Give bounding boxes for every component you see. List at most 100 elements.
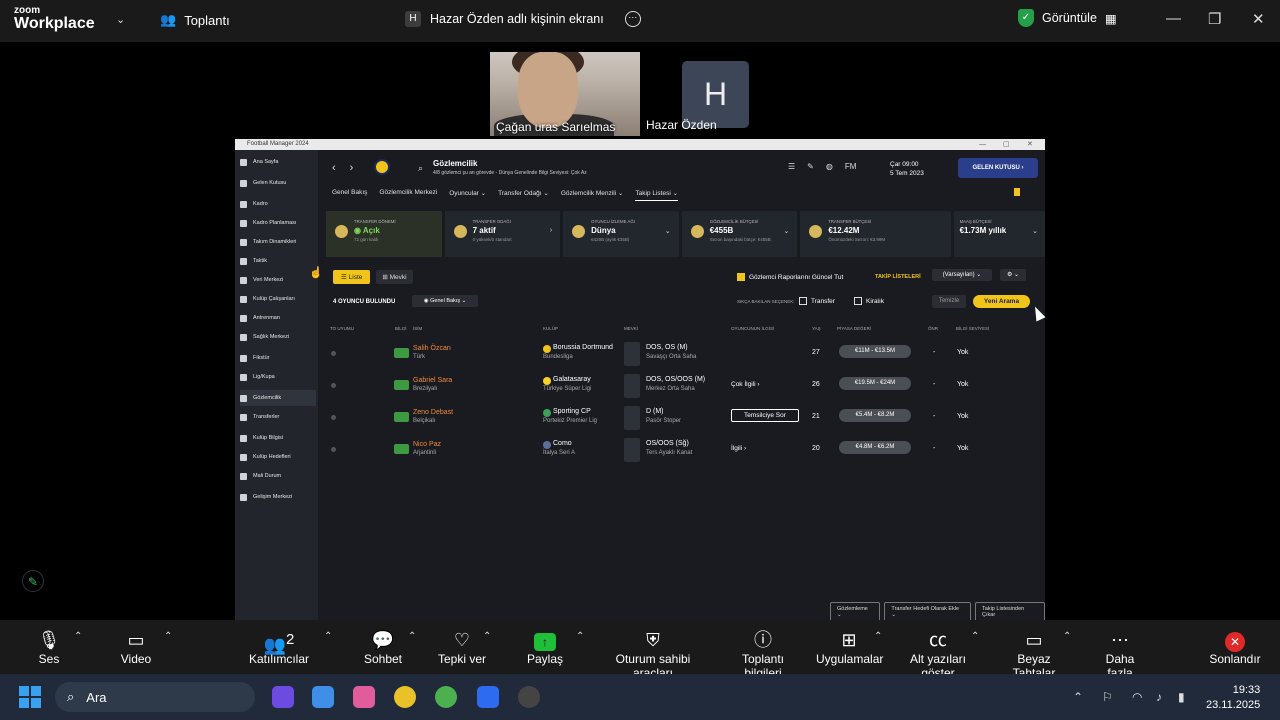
participants-button[interactable]: 👥2 Katılımcılar ⌃ [248, 628, 332, 666]
column-header[interactable]: BİLGİ [395, 326, 407, 331]
chevron-up-icon[interactable]: ⌃ [971, 631, 979, 642]
taskbar-clock[interactable]: 19:33 23.11.2025 [1206, 683, 1260, 713]
share-button[interactable]: ↑ Paylaş ⌃ [526, 628, 584, 666]
chevron-up-icon[interactable]: ⌃ [1063, 631, 1071, 642]
menu-icon[interactable]: ☰ [788, 162, 795, 171]
remove-from-shortlist-button[interactable]: Takip Listesinden Çıkar [975, 602, 1045, 620]
tab-players[interactable]: Oyuncular ⌄ [449, 189, 486, 201]
scouting-button[interactable]: Gözlemleme ⌄ [830, 602, 881, 620]
captions-button[interactable]: ㏄ Alt yazıları göster ⌃ [893, 628, 983, 680]
minimize-icon[interactable]: — [1166, 10, 1181, 27]
view-button[interactable]: ✓ Görüntüle ▦ [1018, 9, 1117, 27]
stat-wage-budget[interactable]: MAAŞ BÜTÇESİ €1.73M yıllık ⌄ [953, 211, 1045, 257]
add-transfer-target-button[interactable]: Transfer Hedefi Olarak Ekle ⌄ [884, 602, 972, 620]
tab-shortlist[interactable]: Takip Listesi ⌄ [635, 189, 679, 201]
fm-minimize-icon[interactable]: — [979, 139, 986, 150]
tab-scouting-range[interactable]: Gözlemcilik Menzili ⌄ [561, 189, 624, 201]
sidebar-item-medical[interactable]: Sağlık Merkezi [240, 329, 316, 345]
participant-video-tile[interactable]: Çağan uras Sarıelmas [490, 52, 640, 136]
chevron-up-icon[interactable]: ⌃ [74, 631, 82, 642]
player-club[interactable]: Borussia Dortmund [553, 344, 613, 351]
table-row[interactable]: Gabriel Sara Brezilyalı Galatasaray Türk… [328, 372, 1028, 402]
player-name[interactable]: Nico Paz [413, 441, 441, 448]
wifi-icon[interactable]: ◠ [1132, 690, 1142, 704]
sidebar-item-dev-centre[interactable]: Gelişim Merkezi [240, 489, 316, 505]
chevron-up-icon[interactable]: ⌃ [408, 631, 416, 642]
sidebar-item-dynamics[interactable]: Takım Dinamikleri [240, 234, 316, 250]
club-logo-icon[interactable] [374, 159, 390, 175]
tab-overview[interactable]: Genel Bakış [332, 189, 367, 201]
sidebar-item-home[interactable]: Ana Sayfa [240, 154, 316, 170]
network-icon[interactable]: ⚐ [1102, 690, 1113, 704]
taskbar-search[interactable]: ⌕ Ara [55, 682, 255, 712]
column-header[interactable]: İSİM [413, 326, 422, 331]
meeting-info-button[interactable]: ⓘ Toplantı bilgileri [722, 628, 804, 680]
player-club[interactable]: Sporting CP [553, 408, 591, 415]
chevron-up-icon[interactable]: ⌃ [874, 631, 882, 642]
sidebar-item-training[interactable]: Antrenman [240, 310, 316, 326]
stat-transfer-budget[interactable]: TRANSFER BÜTÇESİ €12.42M Önümüzdeki Sezon:… [800, 211, 951, 257]
sidebar-item-squad[interactable]: Kadro [240, 196, 316, 212]
inbox-button[interactable]: GELEN KUTUSU › [958, 158, 1038, 178]
chevron-up-icon[interactable]: ⌃ [324, 631, 332, 642]
player-club[interactable]: Como [553, 440, 572, 447]
tab-scouting-centre[interactable]: Gözlemcilik Merkezi [379, 189, 437, 201]
search-icon[interactable]: ⌕ [418, 163, 423, 174]
column-header[interactable]: YAŞ [812, 326, 821, 331]
volume-icon[interactable]: ♪ [1156, 690, 1162, 704]
meeting-button[interactable]: 👥 Toplantı [160, 12, 230, 28]
chrome-profile-icon[interactable] [435, 686, 457, 708]
restore-icon[interactable]: ❐ [1208, 10, 1221, 28]
chevron-down-icon[interactable]: ⌄ [116, 13, 125, 26]
tray-chevron-icon[interactable]: ⌃ [1073, 690, 1083, 704]
steam-icon[interactable] [518, 686, 540, 708]
stat-transfer-window[interactable]: TRANSFER DÖNEMİ ◉ Açık 72 gün kaldı [326, 211, 442, 257]
table-row[interactable]: Nico Paz Arjantinli Como İtalya Seri A O… [328, 436, 1028, 466]
checkbox-checked[interactable] [737, 273, 745, 281]
app-icon-m365[interactable] [353, 686, 375, 708]
column-header[interactable]: ÖNR [928, 326, 938, 331]
chevron-up-icon[interactable]: ⌃ [576, 631, 584, 642]
more-options-icon[interactable]: ··· [624, 11, 641, 27]
sidebar-item-transfers[interactable]: Transferler [240, 409, 316, 425]
edit-icon[interactable]: ✎ [807, 162, 814, 171]
globe-icon[interactable]: ◍ [826, 162, 833, 171]
sidebar-item-finances[interactable]: Mali Durum [240, 468, 316, 484]
audio-button[interactable]: 🎙 Ses ⌃ [36, 628, 83, 666]
column-header[interactable]: PİYASA DEĞERİ [837, 326, 871, 331]
sidebar-item-fixtures[interactable]: Fikstür [240, 350, 316, 366]
checkbox[interactable] [799, 297, 807, 305]
end-meeting-button[interactable]: ✕ Sonlandır [1208, 628, 1262, 666]
checkbox[interactable] [854, 297, 862, 305]
clear-button[interactable]: Temizle [932, 295, 966, 308]
player-name[interactable]: Salih Özcan [413, 345, 451, 352]
player-name[interactable]: Zeno Debast [413, 409, 453, 416]
more-button[interactable]: ⋯ Daha fazla [1092, 628, 1148, 680]
keep-updated-toggle[interactable]: Gözlemci Raporlarını Güncel Tut [737, 273, 843, 281]
annotate-pencil-icon[interactable]: ✎ [22, 570, 44, 592]
app-icon-copilot[interactable] [312, 686, 334, 708]
sidebar-item-scouting[interactable]: Gözlemcilik [240, 390, 316, 406]
list-view-button[interactable]: ☰ Liste [333, 270, 371, 284]
zoom-logo[interactable]: zoom Workplace [14, 6, 95, 32]
battery-icon[interactable]: ▮ [1178, 690, 1185, 704]
fm-close-icon[interactable]: ✕ [1027, 139, 1033, 150]
position-view-button[interactable]: ⊞ Mevki [376, 270, 413, 284]
app-icon-paint[interactable] [272, 686, 294, 708]
loan-filter[interactable]: Kiralık [854, 297, 884, 305]
windows-start-icon[interactable] [19, 686, 41, 708]
bookmark-icon[interactable] [1014, 188, 1020, 196]
sidebar-item-tactics[interactable]: Taktik [240, 253, 316, 269]
column-header[interactable]: MEVKİ [624, 326, 638, 331]
fm-restore-icon[interactable]: ▢ [1003, 139, 1010, 150]
ask-agent-button[interactable]: Temsilciye Sor [731, 409, 799, 422]
new-search-button[interactable]: Yeni Arama [973, 295, 1030, 308]
shortlist-select[interactable]: (Varsayılan) ⌄ [932, 269, 992, 281]
stat-scouting-network[interactable]: OYUNCU İZLEME AĞI Dünya €420B (aylık €35B)… [563, 211, 679, 257]
nav-arrows[interactable]: ‹› [332, 162, 367, 174]
sidebar-item-inbox[interactable]: Gelen Kutusu [240, 175, 316, 191]
settings-gear-icon[interactable]: ⚙ ⌄ [1000, 269, 1026, 281]
sidebar-item-squad-planner[interactable]: Kadro Planlaması [240, 215, 316, 231]
react-button[interactable]: ♡ Tepki ver ⌃ [437, 628, 491, 666]
sidebar-item-data-hub[interactable]: Veri Merkezi [240, 272, 316, 288]
